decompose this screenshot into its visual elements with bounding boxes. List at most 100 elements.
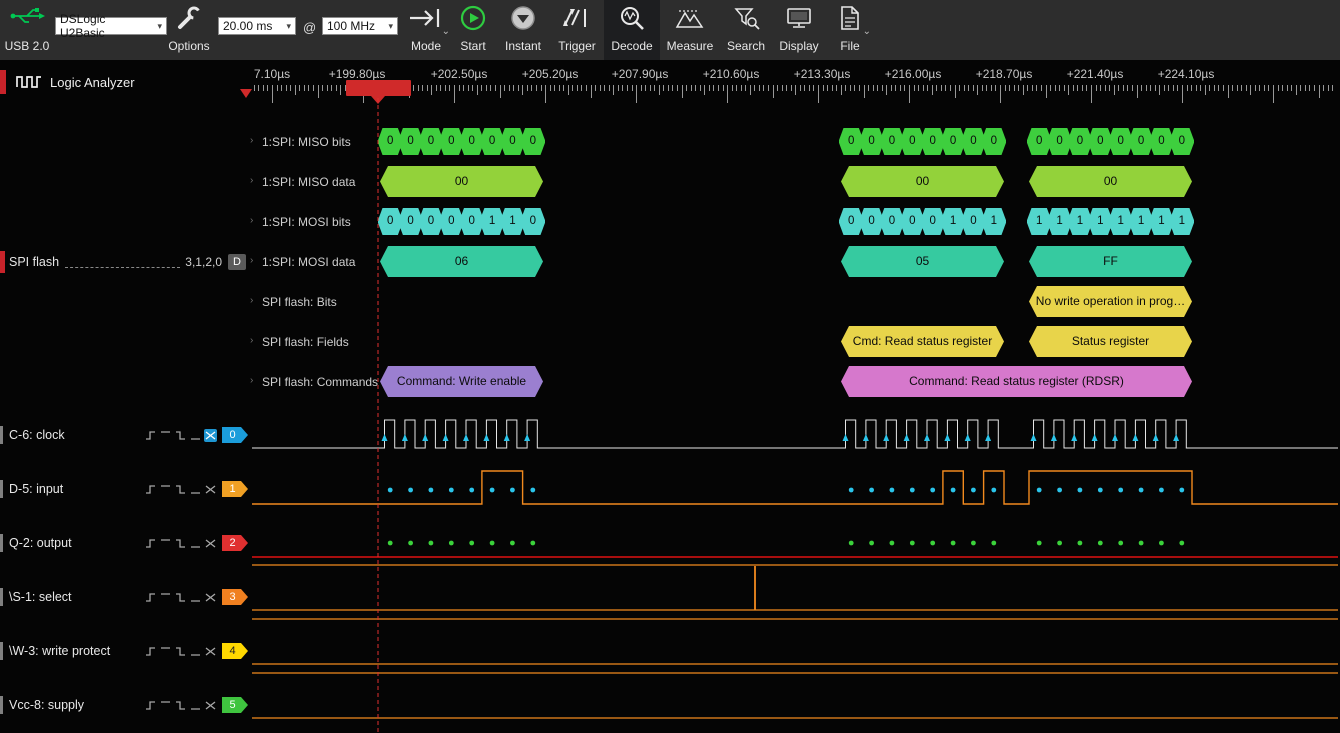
ruler-tick [977, 85, 978, 95]
decode-row-chevron: › [250, 255, 253, 266]
ruler-label: +210.60µs [703, 67, 760, 81]
ruler-tick [1278, 85, 1279, 91]
ruler-tick [1027, 85, 1028, 91]
ruler-label: +199.80µs [329, 67, 386, 81]
ruler-tick [1187, 85, 1188, 91]
ruler-tick [982, 85, 983, 91]
dsview-app: { "toolbar": { "usb_label": "USB 2.0", "… [0, 0, 1340, 733]
ruler-tick [813, 85, 814, 91]
decode-row-chevron: › [250, 215, 253, 226]
ruler-tick [672, 85, 673, 91]
ruler-label: +216.00µs [885, 67, 942, 81]
decode-row-chevron: › [250, 175, 253, 186]
ruler-tick [1137, 85, 1138, 98]
ruler-tick [613, 85, 614, 95]
decode-bits-annotation: No write operation in prog… [1029, 286, 1192, 317]
ruler-tick [632, 85, 633, 91]
ruler-tick [809, 85, 810, 91]
ruler-tick [1109, 85, 1110, 91]
ruler-tick [754, 85, 755, 91]
ruler-tick [800, 85, 801, 91]
ruler-tick [581, 85, 582, 91]
ruler-tick [1177, 85, 1178, 91]
ruler-tick [918, 85, 919, 91]
ruler-tick [873, 85, 874, 91]
ruler-tick [318, 85, 319, 98]
ruler-tick [290, 85, 291, 91]
ruler-tick [682, 85, 683, 98]
ruler-tick [832, 85, 833, 91]
ruler-tick [477, 85, 478, 95]
ruler-tick [1114, 85, 1115, 95]
decode-mosi-bit: 0 [520, 208, 545, 235]
ruler-tick [1209, 85, 1210, 91]
ruler-tick [927, 85, 928, 91]
ruler-label: +213.30µs [794, 67, 851, 81]
trigger-flag-pointer [371, 96, 385, 104]
ruler-tick [1218, 85, 1219, 91]
ruler-tick [732, 85, 733, 91]
ruler-tick [541, 85, 542, 91]
decode-row-label: 1:SPI: MISO bits [262, 135, 351, 149]
ruler-tick [823, 85, 824, 91]
ruler-tick [700, 85, 701, 91]
ruler-tick [736, 85, 737, 91]
decode-miso-bit: 0 [520, 128, 545, 155]
ruler-label: 7.10µs [254, 67, 290, 81]
ruler-tick [773, 85, 774, 98]
ruler-tick [695, 85, 696, 91]
decode-mosi-bit: 1 [981, 208, 1006, 235]
ruler-tick [468, 85, 469, 91]
decode-miso-data: 00 [380, 166, 543, 197]
ruler-tick [841, 85, 842, 95]
ruler-tick [1086, 85, 1087, 91]
ruler-tick [413, 85, 414, 91]
ruler-tick [995, 85, 996, 91]
ruler-tick [299, 85, 300, 91]
ruler-tick [327, 85, 328, 91]
ruler-tick [827, 85, 828, 91]
ruler-tick [1182, 85, 1183, 103]
ruler-tick [504, 85, 505, 91]
ruler-tick [786, 85, 787, 91]
ruler-tick [1155, 85, 1156, 91]
ruler-tick [286, 85, 287, 91]
ruler-tick [909, 85, 910, 103]
ruler-tick [1237, 85, 1238, 91]
ruler-tick [1132, 85, 1133, 91]
ruler-tick [536, 85, 537, 91]
ruler-tick [440, 85, 441, 91]
trace-area[interactable]: 7.10µs+199.80µs+202.50µs+205.20µs+207.90… [0, 0, 1340, 733]
decode-field-annotation: Status register [1029, 326, 1192, 357]
ruler-tick [745, 85, 746, 91]
ruler-tick [522, 85, 523, 95]
ruler-tick [1127, 85, 1128, 91]
ruler-tick [1309, 85, 1310, 91]
ruler-tick [854, 85, 855, 91]
ruler-tick [518, 85, 519, 91]
ruler-tick [959, 85, 960, 91]
ruler-tick [1196, 85, 1197, 91]
ruler-tick [914, 85, 915, 91]
ruler-tick [1005, 85, 1006, 91]
ruler-tick [1091, 85, 1092, 103]
ruler-tick [1250, 85, 1251, 95]
ruler-tick [645, 85, 646, 91]
ruler-tick [1000, 85, 1001, 103]
ruler-tick [495, 85, 496, 91]
ruler-tick [1223, 85, 1224, 91]
ruler-tick [472, 85, 473, 91]
ruler-tick [563, 85, 564, 91]
trigger-flag[interactable] [346, 80, 411, 96]
ruler-tick [1300, 85, 1301, 91]
ruler-tick [777, 85, 778, 91]
ruler-tick [1036, 85, 1037, 91]
ruler-tick [254, 85, 255, 91]
ruler-tick [663, 85, 664, 91]
ruler-label: +205.20µs [522, 67, 579, 81]
ruler-tick [1168, 85, 1169, 91]
ruler-label: +224.10µs [1158, 67, 1215, 81]
ruler-tick [422, 85, 423, 91]
decode-row-label: SPI flash: Bits [262, 295, 337, 309]
ruler-tick [1205, 85, 1206, 95]
